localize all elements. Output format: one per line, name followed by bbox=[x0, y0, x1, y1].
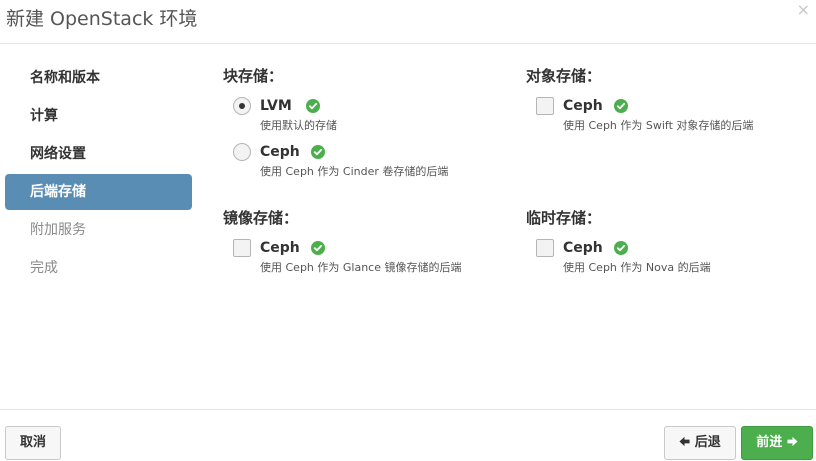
option-name: LVM bbox=[260, 98, 292, 114]
object-storage-title: 对象存储： bbox=[526, 67, 602, 85]
step-name-and-release[interactable]: 名称和版本 bbox=[5, 60, 192, 96]
image-storage-option-ceph[interactable]: Ceph 使用 Ceph 作为 Glance 镜像存储的后端 bbox=[233, 239, 513, 279]
arrow-left-icon bbox=[679, 436, 690, 447]
check-circle-icon bbox=[614, 99, 628, 113]
dialog-footer: 取消 后退 前进 bbox=[0, 409, 816, 461]
option-description: 使用 Ceph 作为 Cinder 卷存储的后端 bbox=[260, 165, 449, 178]
arrow-right-icon bbox=[787, 436, 798, 447]
cancel-label: 取消 bbox=[19, 435, 46, 450]
block-storage-option-lvm[interactable]: LVM 使用默认的存储 bbox=[233, 97, 513, 137]
option-description: 使用 Ceph 作为 Nova 的后端 bbox=[563, 261, 711, 274]
option-name: Ceph bbox=[260, 240, 300, 256]
back-label: 后退 bbox=[694, 435, 721, 450]
next-button[interactable]: 前进 bbox=[741, 426, 813, 460]
back-button[interactable]: 后退 bbox=[664, 426, 736, 460]
image-storage-title: 镜像存储： bbox=[223, 209, 299, 227]
object-storage-section: 对象存储： Ceph 使用 Ceph 作为 Swift 对象存储的后端 bbox=[526, 65, 811, 145]
step-compute[interactable]: 计算 bbox=[5, 98, 192, 134]
next-label: 前进 bbox=[756, 435, 783, 450]
ceph-checkbox[interactable] bbox=[536, 239, 554, 257]
check-circle-icon bbox=[614, 241, 628, 255]
step-storage-backends[interactable]: 后端存储 bbox=[5, 174, 192, 210]
close-icon[interactable]: × bbox=[797, 0, 810, 20]
step-networking[interactable]: 网络设置 bbox=[5, 136, 192, 172]
block-storage-title: 块存储： bbox=[223, 67, 284, 85]
option-description: 使用默认的存储 bbox=[260, 119, 337, 132]
ephemeral-storage-section: 临时存储： Ceph 使用 Ceph 作为 Nova 的后端 bbox=[526, 207, 811, 287]
cancel-button[interactable]: 取消 bbox=[5, 426, 61, 460]
option-description: 使用 Ceph 作为 Glance 镜像存储的后端 bbox=[260, 261, 462, 274]
image-storage-section: 镜像存储： Ceph 使用 Ceph 作为 Glance 镜像存储的后端 bbox=[223, 207, 513, 287]
object-storage-option-ceph[interactable]: Ceph 使用 Ceph 作为 Swift 对象存储的后端 bbox=[536, 97, 816, 137]
check-circle-icon bbox=[306, 99, 320, 113]
ceph-checkbox[interactable] bbox=[233, 239, 251, 257]
dialog-header: 新建 OpenStack 环境 × bbox=[0, 0, 816, 44]
block-storage-section: 块存储： LVM 使用默认的存储 Ceph 使用 Ceph 作为 Cinder … bbox=[223, 65, 513, 185]
block-storage-option-ceph[interactable]: Ceph 使用 Ceph 作为 Cinder 卷存储的后端 bbox=[233, 143, 513, 183]
option-name: Ceph bbox=[260, 144, 300, 160]
check-circle-icon bbox=[311, 241, 325, 255]
ceph-radio[interactable] bbox=[233, 143, 251, 161]
lvm-radio[interactable] bbox=[233, 97, 251, 115]
ephemeral-storage-option-ceph[interactable]: Ceph 使用 Ceph 作为 Nova 的后端 bbox=[536, 239, 816, 279]
ceph-checkbox[interactable] bbox=[536, 97, 554, 115]
step-finish[interactable]: 完成 bbox=[5, 250, 192, 286]
check-circle-icon bbox=[311, 145, 325, 159]
dialog-title: 新建 OpenStack 环境 bbox=[6, 8, 198, 30]
option-description: 使用 Ceph 作为 Swift 对象存储的后端 bbox=[563, 119, 754, 132]
option-name: Ceph bbox=[563, 98, 603, 114]
option-name: Ceph bbox=[563, 240, 603, 256]
step-additional-services[interactable]: 附加服务 bbox=[5, 212, 192, 248]
ephemeral-storage-title: 临时存储： bbox=[526, 209, 602, 227]
